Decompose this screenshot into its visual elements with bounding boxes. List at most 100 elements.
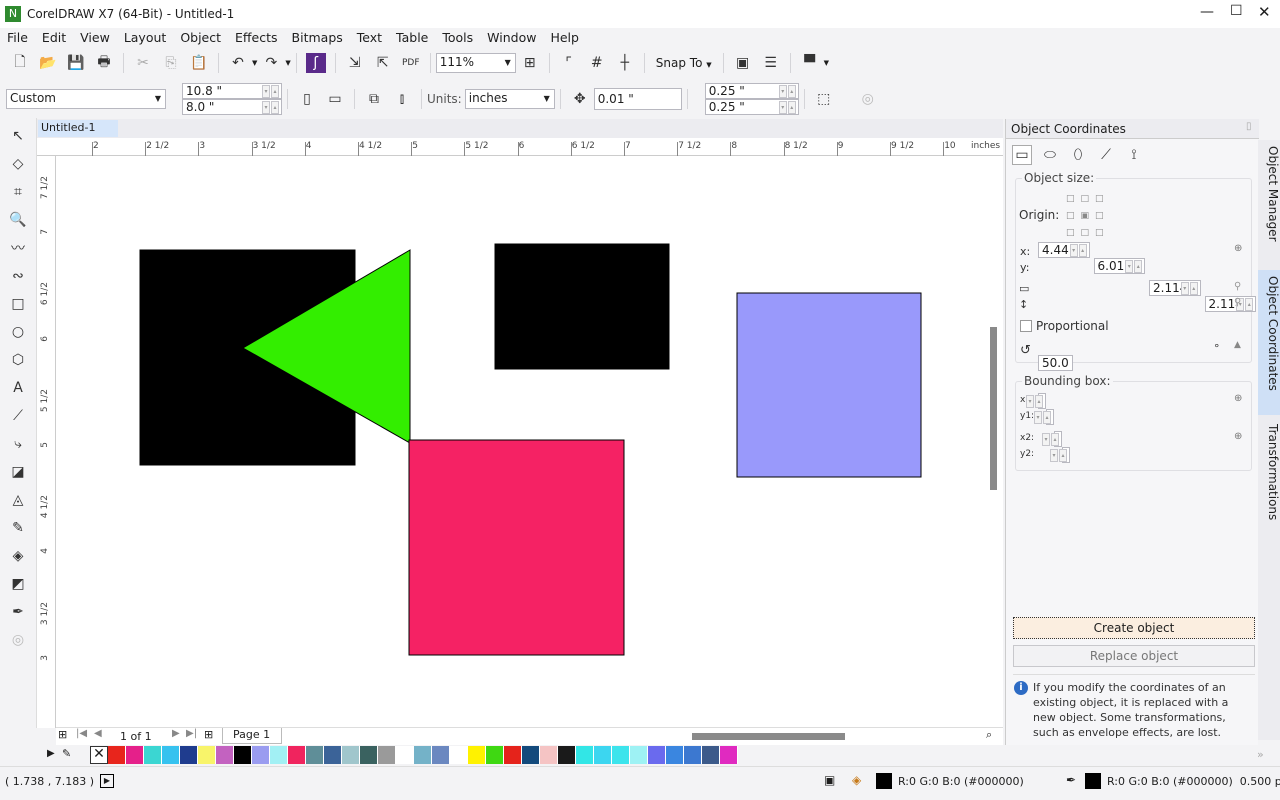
color-swatch[interactable] <box>720 746 738 764</box>
redo-icon[interactable]: ↷ <box>261 53 281 73</box>
artistic-media-icon[interactable]: ∾ <box>8 265 28 286</box>
crop-tool-icon[interactable]: ⌗ <box>8 181 28 202</box>
x2-input[interactable]: ▾ ▴ <box>1042 431 1062 447</box>
connector-tool-icon[interactable]: ⤷ <box>8 433 28 454</box>
rotation-apply-icon[interactable]: ▲ <box>1234 340 1241 350</box>
color-swatch[interactable] <box>504 746 522 764</box>
horizontal-ruler[interactable]: 2 2 1/2 3 3 1/2 4 4 1/2 5 5 1/2 6 6 1/2 7 7 1/2 8 8 1… <box>37 138 1003 156</box>
menu-table[interactable]: Table <box>389 28 435 47</box>
color-swatch[interactable] <box>180 746 198 764</box>
color-swatch[interactable] <box>450 746 468 764</box>
y1-input[interactable]: ▾ ▴ <box>1034 409 1054 425</box>
parallel-dimension-icon[interactable]: ⟋ <box>8 405 28 426</box>
units-select[interactable]: inches <box>464 89 555 109</box>
page-tab[interactable]: Page 1 <box>222 728 282 744</box>
close-button[interactable]: ✕ <box>1258 3 1271 21</box>
menu-text[interactable]: Text <box>350 28 389 47</box>
landscape-icon[interactable]: ▭ <box>325 89 345 109</box>
polygon-tool-icon[interactable]: ⬡ <box>8 349 28 370</box>
interactive-fill-icon[interactable]: ◈ <box>8 545 28 566</box>
color-swatch[interactable] <box>342 746 360 764</box>
duplicate-x-input[interactable]: 0.25 " ▾ ▴ <box>704 83 799 99</box>
paste-icon[interactable]: 📋 <box>189 53 209 73</box>
welcome-screen-icon[interactable]: ▣ <box>733 53 753 73</box>
menu-effects[interactable]: Effects <box>228 28 285 47</box>
no-color-swatch[interactable]: ✕ <box>90 746 108 764</box>
text-tool-icon[interactable]: A <box>8 377 28 398</box>
tab-object-manager[interactable]: Object Manager <box>1258 140 1280 270</box>
color-swatch[interactable] <box>540 746 558 764</box>
menu-help[interactable]: Help <box>543 28 586 47</box>
menu-view[interactable]: View <box>73 28 117 47</box>
color-swatch[interactable] <box>648 746 666 764</box>
add-page-before-icon[interactable]: ⊞ <box>58 728 67 741</box>
create-object-button[interactable]: Create object <box>1013 617 1255 639</box>
bleed-icon[interactable]: ◎ <box>858 89 878 109</box>
line-mode-icon[interactable]: ⟋ <box>1096 145 1116 165</box>
color-swatch[interactable] <box>378 746 396 764</box>
page-preset-select[interactable]: Custom <box>6 89 166 109</box>
horizontal-scrollbar[interactable] <box>692 733 845 740</box>
freehand-tool-icon[interactable]: 〰 <box>8 237 28 258</box>
ellipse-tool-icon[interactable]: ○ <box>8 321 28 342</box>
color-swatch[interactable] <box>306 746 324 764</box>
color-swatch[interactable] <box>360 746 378 764</box>
status-expand-icon[interactable]: ▶ <box>100 774 114 788</box>
color-swatch[interactable] <box>234 746 252 764</box>
duplicate-y-input[interactable]: 0.25 " ▾ ▴ <box>704 99 799 115</box>
color-swatch[interactable] <box>396 746 414 764</box>
page-width-input[interactable]: 10.8 " ▾ ▴ <box>182 83 282 99</box>
last-page-icon[interactable]: ▶| <box>186 728 197 739</box>
new-document-icon[interactable]: 🗋 <box>10 53 30 73</box>
x1-input[interactable]: ▾ ▴ <box>1026 393 1046 409</box>
menu-edit[interactable]: Edit <box>35 28 73 47</box>
transparency-icon[interactable]: ◬ <box>8 489 28 510</box>
vertical-ruler[interactable]: 7 1/2 7 6 1/2 6 5 1/2 5 4 1/2 4 3 1/2 3 <box>37 156 56 728</box>
undo-icon[interactable]: ↶ <box>228 53 248 73</box>
color-swatch[interactable] <box>162 746 180 764</box>
palette-scroll-icon[interactable]: ▶ <box>47 748 55 759</box>
menu-object[interactable]: Object <box>173 28 228 47</box>
guidelines-toggle-icon[interactable]: ┼ <box>615 53 635 73</box>
color-swatch[interactable] <box>126 746 144 764</box>
rulers-toggle-icon[interactable]: ⌜ <box>559 53 579 73</box>
options-icon[interactable]: ☰ <box>761 53 781 73</box>
document-tab[interactable]: Untitled-1 <box>38 120 118 137</box>
width-link-icon[interactable]: ⚲ <box>1234 281 1241 292</box>
color-swatch[interactable] <box>468 746 486 764</box>
color-swatch[interactable] <box>702 746 720 764</box>
page-height-input[interactable]: 8.0 " ▾ ▴ <box>182 99 282 115</box>
position-target-icon[interactable]: ⊕ <box>1234 243 1242 254</box>
shape-tool-icon[interactable]: ◇ <box>8 153 28 174</box>
vertical-scrollbar[interactable] <box>990 327 997 490</box>
color-swatch[interactable] <box>324 746 342 764</box>
menu-file[interactable]: File <box>0 28 35 47</box>
color-swatch[interactable] <box>522 746 540 764</box>
rectangle-tool-icon[interactable]: □ <box>8 293 28 314</box>
outline-color-swatch[interactable] <box>1085 773 1101 789</box>
all-pages-icon[interactable]: ⧉ <box>364 89 384 109</box>
application-launcher-icon[interactable]: ▀ <box>800 53 820 73</box>
tab-transformations[interactable]: Transformations <box>1258 418 1280 540</box>
color-swatch[interactable] <box>558 746 576 764</box>
polygon-mode-icon[interactable]: ⬯ <box>1068 145 1088 165</box>
zoom-navigator-icon[interactable]: ⌕ <box>986 728 992 742</box>
docker-restore-icon[interactable]: ▯ <box>1246 121 1252 132</box>
color-swatch[interactable] <box>576 746 594 764</box>
color-swatch[interactable] <box>612 746 630 764</box>
height-link-icon[interactable]: ⚲ <box>1234 297 1241 308</box>
treat-as-filled-icon[interactable]: ⬚ <box>814 89 834 109</box>
import-icon[interactable]: ⇲ <box>345 53 365 73</box>
color-eyedropper-icon[interactable]: ✎ <box>8 517 28 538</box>
replace-object-button[interactable]: Replace object <box>1013 645 1255 667</box>
outline-pen-icon[interactable]: ✒ <box>8 601 28 622</box>
add-page-after-icon[interactable]: ⊞ <box>204 728 213 741</box>
y2-input[interactable]: ▾ ▴ <box>1050 447 1070 463</box>
color-swatch[interactable] <box>108 746 126 764</box>
width-input[interactable]: 2.114 " ▾ ▴ <box>1149 280 1201 296</box>
y-position-input[interactable]: 6.011 " ▾ ▴ <box>1093 258 1146 274</box>
color-proofing-icon[interactable]: ▣ <box>824 773 835 787</box>
search-content-icon[interactable]: ʃ <box>305 53 326 73</box>
previous-page-icon[interactable]: ◀ <box>94 728 102 739</box>
proportional-checkbox[interactable] <box>1020 320 1032 332</box>
